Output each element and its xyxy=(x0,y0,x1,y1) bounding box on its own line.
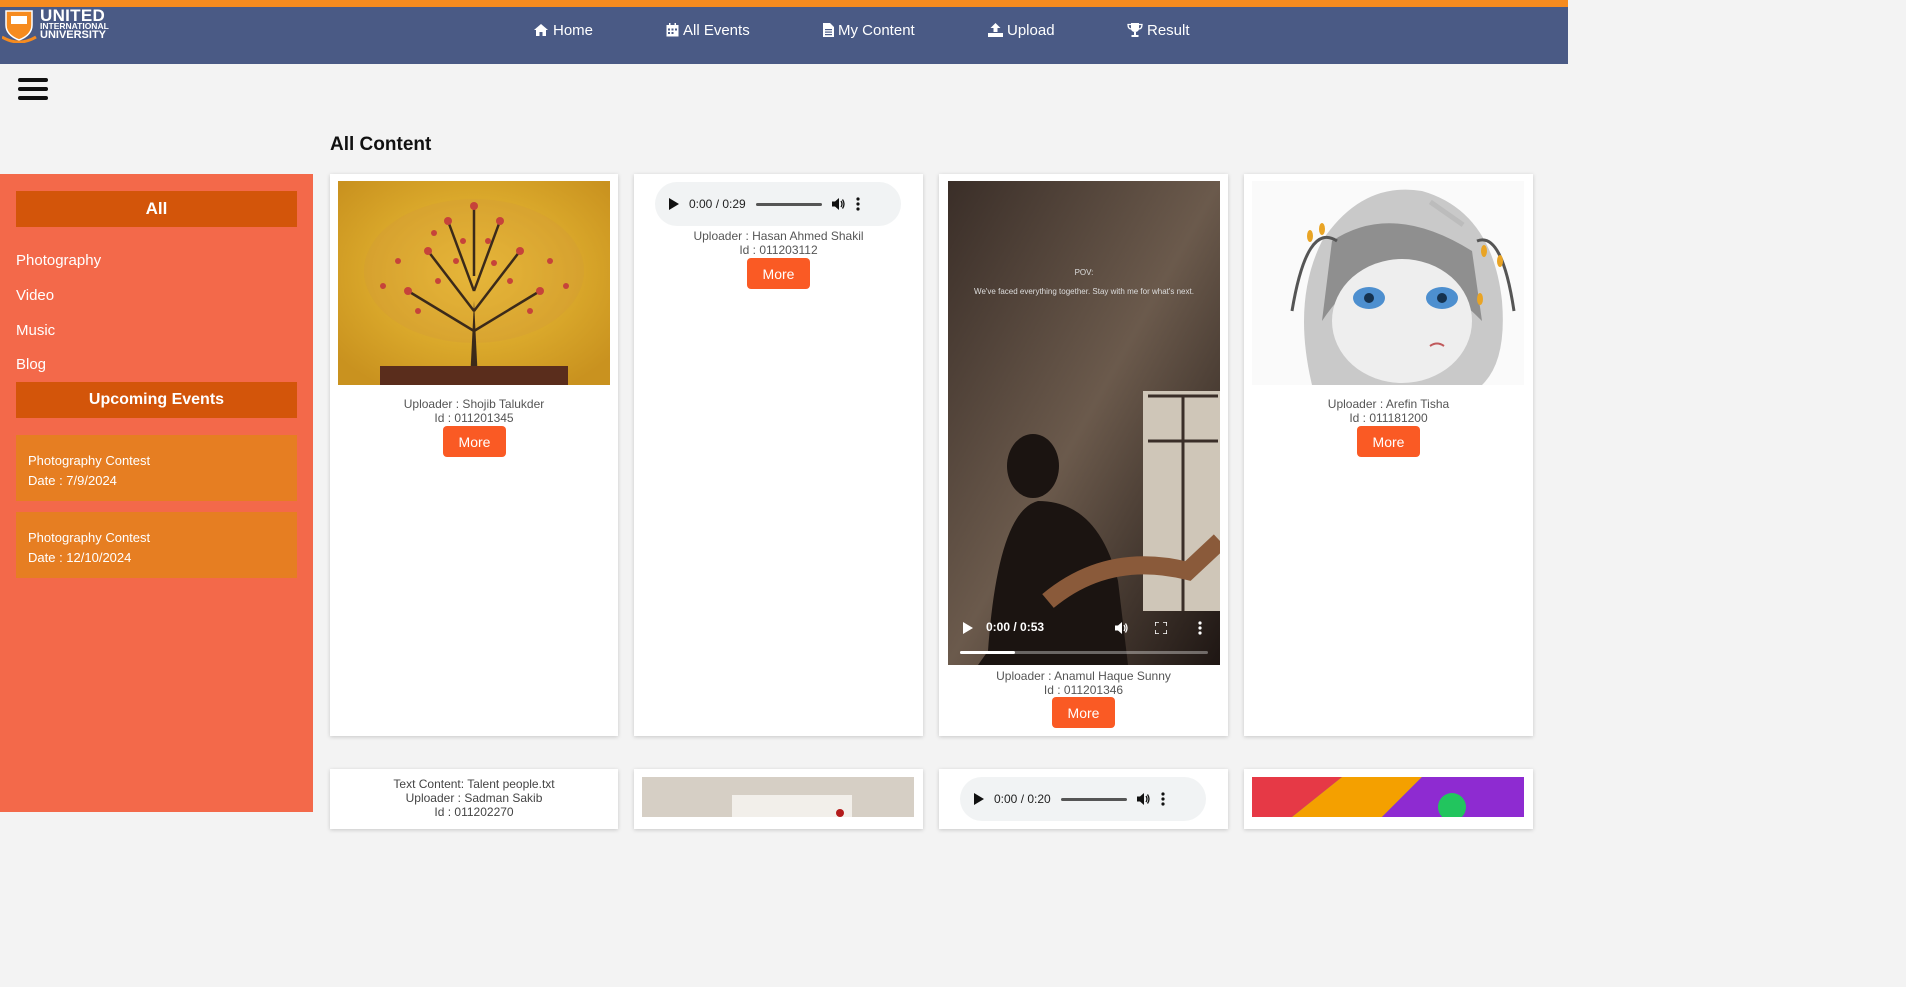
nav-result[interactable]: Result xyxy=(1127,20,1190,40)
upload-icon xyxy=(988,23,1003,37)
sidebar-item-music[interactable]: Music xyxy=(16,322,55,339)
uploader-name: Uploader : Hasan Ahmed Shakil xyxy=(693,229,864,243)
nav-all-events[interactable]: All Events xyxy=(666,20,750,40)
sidebar-item-blog[interactable]: Blog xyxy=(16,356,46,373)
event-card[interactable]: Photography Contest Date : 12/10/2024 xyxy=(16,512,297,578)
more-button[interactable]: More xyxy=(747,258,810,289)
nav-result-label: Result xyxy=(1147,21,1190,39)
nav-upload[interactable]: Upload xyxy=(988,20,1055,40)
nav-my-content[interactable]: My Content xyxy=(823,20,915,40)
home-icon xyxy=(534,24,548,36)
uploader-id: Id : 011203112 xyxy=(739,243,818,257)
page-title: All Content xyxy=(330,134,432,155)
content-image[interactable] xyxy=(1252,777,1524,817)
event-name: Photography Contest xyxy=(28,530,151,545)
uploader-id: Id : 011202270 xyxy=(434,805,514,819)
document-icon xyxy=(823,23,834,37)
audio-time: 0:00 / 0:20 xyxy=(994,792,1051,806)
content-card: Uploader : Shojib Talukder Id : 01120134… xyxy=(330,174,618,736)
audio-player[interactable]: 0:00 / 0:29 xyxy=(655,182,901,226)
colorful-painting-image xyxy=(1252,777,1524,817)
sidebar-item-video[interactable]: Video xyxy=(16,287,54,304)
uploader-id: Id : 011201346 xyxy=(1043,683,1124,697)
event-card[interactable]: Photography Contest Date : 7/9/2024 xyxy=(16,435,297,501)
content-card xyxy=(634,769,923,829)
event-date: Date : 7/9/2024 xyxy=(28,473,117,488)
event-date: Date : 12/10/2024 xyxy=(28,550,132,565)
video-controls: 0:00 / 0:53 xyxy=(948,605,1220,665)
trophy-icon xyxy=(1127,23,1143,37)
text-content-title[interactable]: Text Content: Talent people.txt xyxy=(330,777,618,791)
video-player[interactable]: POV: We've faced everything together. St… xyxy=(948,181,1220,665)
nav-home-label: Home xyxy=(553,21,594,39)
video-progress-bar[interactable] xyxy=(960,651,1208,654)
more-options-icon[interactable] xyxy=(856,197,860,211)
uploader-id: Id : 011181200 xyxy=(1349,411,1428,425)
university-crest-icon xyxy=(2,10,37,43)
content-card xyxy=(1244,769,1533,829)
volume-icon[interactable] xyxy=(1136,792,1151,806)
nav-all-events-label: All Events xyxy=(683,21,750,39)
play-icon[interactable] xyxy=(669,198,679,210)
video-frame-image xyxy=(948,181,1220,665)
anime-portrait-image xyxy=(1252,181,1524,385)
content-image[interactable] xyxy=(1252,181,1524,385)
fullscreen-icon[interactable] xyxy=(1155,622,1167,634)
audio-progress-bar[interactable] xyxy=(755,202,822,206)
uploader-name: Uploader : Arefin Tisha xyxy=(1327,397,1450,411)
uploader-id: Id : 011201345 xyxy=(434,411,514,425)
calendar-icon xyxy=(666,23,679,37)
uploader-name: Uploader : Shojib Talukder xyxy=(403,397,545,411)
top-accent-strip xyxy=(0,0,1568,7)
volume-icon[interactable] xyxy=(1115,621,1129,635)
sidebar: All Photography Video Music Blog Upcomin… xyxy=(0,174,313,812)
content-card: Uploader : Arefin Tisha Id : 011181200 M… xyxy=(1244,174,1533,736)
video-time: 0:00 / 0:53 xyxy=(986,620,1045,634)
video-caption-line1: POV: xyxy=(1074,268,1094,277)
uploader-name: Uploader : Sadman Sakib xyxy=(405,791,543,805)
event-name: Photography Contest xyxy=(28,453,151,468)
content-card: Text Content: Talent people.txt Uploader… xyxy=(330,769,618,829)
more-options-icon[interactable] xyxy=(1198,621,1202,635)
nav-home[interactable]: Home xyxy=(533,20,593,40)
more-button[interactable]: More xyxy=(443,426,506,457)
content-image[interactable] xyxy=(338,181,610,385)
more-button[interactable]: More xyxy=(1357,426,1420,457)
play-icon[interactable] xyxy=(963,622,973,634)
logo-text-university: UNIVERSITY xyxy=(40,29,107,41)
uploader-name: Uploader : Anamul Haque Sunny xyxy=(996,669,1171,683)
sidebar-all-button[interactable]: All xyxy=(16,191,297,227)
content-image[interactable] xyxy=(642,777,914,817)
university-logo[interactable]: UNITED INTERNATIONAL UNIVERSITY xyxy=(2,7,112,47)
upcoming-events-heading: Upcoming Events xyxy=(16,382,297,418)
more-options-icon[interactable] xyxy=(1161,792,1165,806)
navbar: UNITED INTERNATIONAL UNIVERSITY Home All… xyxy=(0,7,1568,64)
nav-upload-label: Upload xyxy=(1007,21,1055,39)
audio-time: 0:00 / 0:29 xyxy=(689,197,746,211)
content-card: POV: We've faced everything together. St… xyxy=(939,174,1228,736)
content-card: 0:00 / 0:20 xyxy=(939,769,1228,829)
video-caption-line2: We've faced everything together. Stay wi… xyxy=(974,287,1194,296)
audio-player[interactable]: 0:00 / 0:20 xyxy=(960,777,1206,821)
photo-thumbnail-image xyxy=(642,777,914,817)
sidebar-item-photography[interactable]: Photography xyxy=(16,252,101,269)
play-icon[interactable] xyxy=(974,793,984,805)
volume-icon[interactable] xyxy=(831,197,846,211)
hamburger-menu-icon[interactable] xyxy=(18,78,48,102)
content-card: 0:00 / 0:29 Uploader : Hasan Ahmed Shaki… xyxy=(634,174,923,736)
more-button[interactable]: More xyxy=(1052,697,1115,728)
audio-progress-bar[interactable] xyxy=(1060,797,1127,801)
nav-my-content-label: My Content xyxy=(838,21,915,39)
tree-painting-image xyxy=(338,181,610,385)
